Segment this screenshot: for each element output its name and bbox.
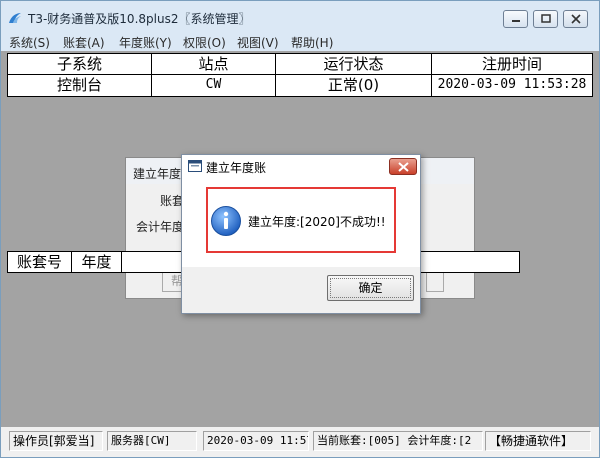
menu-view[interactable]: 视图(V) xyxy=(237,34,279,51)
column-header-status[interactable]: 运行状态 xyxy=(276,54,432,75)
minimize-button[interactable] xyxy=(503,10,528,28)
minimize-icon xyxy=(512,20,520,22)
status-current-account: 当前账套:[005] 会计年度:[2 xyxy=(313,431,483,451)
title-bar: T3-财务通普及版10.8plus2〖系统管理〗 xyxy=(1,1,599,33)
column-header-subsystem[interactable]: 子系统 xyxy=(8,54,152,75)
column-header-site[interactable]: 站点 xyxy=(152,54,276,75)
message-dialog: 建立年度账 建立年度:[2020]不成功!! 确定 xyxy=(181,154,421,314)
dialog-body: 建立年度:[2020]不成功!! xyxy=(182,179,420,267)
status-bar: 操作员[郭爱当] 服务器[CW] 2020-03-09 11:57 当前账套:[… xyxy=(1,427,599,457)
table-cell-subsystem[interactable]: 控制台 xyxy=(8,75,152,96)
background-dialog-button[interactable] xyxy=(426,270,444,292)
main-window: T3-财务通普及版10.8plus2〖系统管理〗 系统(S) 账套(A) 年度账… xyxy=(0,0,600,458)
window-title: T3-财务通普及版10.8plus2〖系统管理〗 xyxy=(28,12,251,26)
close-icon xyxy=(571,14,581,24)
column-header-register-time[interactable]: 注册时间 xyxy=(432,54,592,75)
menu-help[interactable]: 帮助(H) xyxy=(291,34,333,51)
info-icon xyxy=(210,205,242,237)
status-operator: 操作员[郭爱当] xyxy=(9,431,103,451)
table-cell-register-time[interactable]: 2020-03-09 11:53:28 xyxy=(432,75,592,96)
menu-account[interactable]: 账套(A) xyxy=(63,34,105,51)
maximize-button[interactable] xyxy=(533,10,558,28)
status-datetime: 2020-03-09 11:57 xyxy=(203,431,309,451)
column-header-year[interactable]: 年度 xyxy=(72,252,122,272)
close-button[interactable] xyxy=(563,10,588,28)
background-dialog-title: 建立年度 xyxy=(133,167,182,181)
status-brand: 【畅捷通软件】 xyxy=(485,431,591,451)
table-cell-site[interactable]: CW xyxy=(152,75,276,96)
menu-permission[interactable]: 权限(O) xyxy=(183,34,226,51)
dialog-title-bar: 建立年度账 xyxy=(182,155,420,179)
close-icon xyxy=(398,162,409,172)
menu-year-account[interactable]: 年度账(Y) xyxy=(119,34,172,51)
status-server: 服务器[CW] xyxy=(107,431,197,451)
subsystem-table: 子系统 站点 运行状态 注册时间 控制台 CW 正常(0) 2020-03-09… xyxy=(7,53,593,97)
dialog-message: 建立年度:[2020]不成功!! xyxy=(248,215,386,229)
dialog-close-button[interactable] xyxy=(389,158,417,175)
menu-bar: 系统(S) 账套(A) 年度账(Y) 权限(O) 视图(V) 帮助(H) xyxy=(1,33,599,51)
maximize-icon xyxy=(541,14,551,23)
app-logo-icon xyxy=(7,10,23,26)
column-header-account-no[interactable]: 账套号 xyxy=(8,252,72,272)
table-cell-status[interactable]: 正常(0) xyxy=(276,75,432,96)
ok-button[interactable]: 确定 xyxy=(327,275,414,301)
menu-system[interactable]: 系统(S) xyxy=(9,34,50,51)
window-icon xyxy=(188,160,202,172)
fiscal-year-label: 会计年度 xyxy=(136,220,185,234)
dialog-title: 建立年度账 xyxy=(206,161,267,175)
